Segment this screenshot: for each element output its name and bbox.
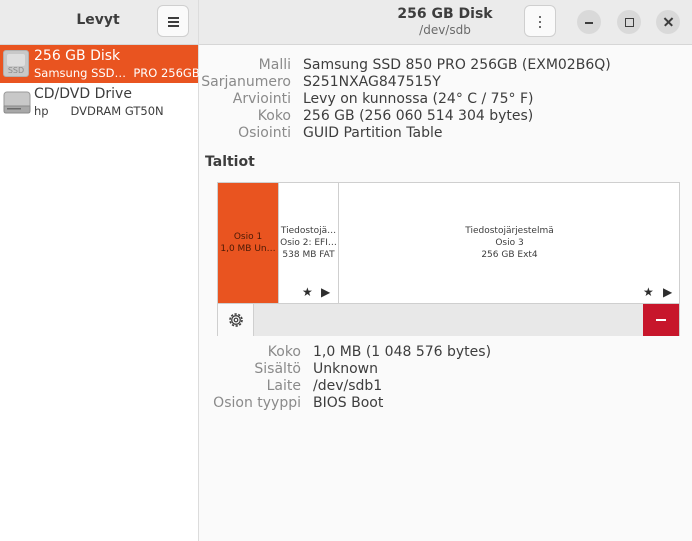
volume-size: 538 MB FAT (282, 250, 335, 260)
partitioning-label: Osiointi (238, 125, 291, 141)
part-device-value: /dev/sdb1 (313, 378, 383, 394)
volume-map: Osio 1 1,0 MB Un… Tiedostojä… Osio 2: EF… (217, 182, 680, 336)
part-contents-label: Sisältö (254, 361, 301, 377)
disks-window: Levyt SSD 256 GB Disk Samsung SSD… PRO 2… (0, 0, 692, 541)
volume-size: 256 GB Ext4 (481, 250, 538, 260)
volume-partition-3[interactable]: Tiedostojärjestelmä Osio 3 256 GB Ext4 ★… (338, 183, 680, 303)
serial-value: S251NXAG847515Y (303, 74, 441, 90)
minimize-button[interactable] (577, 10, 601, 34)
model-value: Samsung SSD 850 PRO 256GB (EXM02B6Q) (303, 57, 611, 73)
play-icon: ▶ (321, 285, 331, 299)
star-icon: ★ (302, 285, 313, 299)
volume-size: 1,0 MB Un… (220, 244, 276, 254)
part-size-value: 1,0 MB (1 048 576 bytes) (313, 344, 492, 360)
page-title: 256 GB Disk (397, 6, 493, 22)
volume-label: Osio 1 (233, 232, 263, 242)
size-label: Koko (257, 108, 291, 124)
assessment-label: Arviointi (232, 91, 291, 107)
volume-partition-2[interactable]: Tiedostojä… Osio 2: EFI… 538 MB FAT ★ ▶ (278, 183, 338, 303)
gear-icon (229, 313, 243, 327)
menu-icon-line (168, 21, 179, 23)
menu-icon-line (168, 25, 179, 27)
volume-label: Tiedostojä… (280, 226, 337, 236)
model-label: Malli (258, 57, 291, 73)
serial-label: Sarjanumero (201, 74, 291, 90)
volume-label: Tiedostojärjestelmä (465, 226, 554, 236)
volume-partition: Osio 2: EFI… (280, 238, 337, 248)
page-subtitle: /dev/sdb (419, 23, 471, 37)
kebab-icon-dot (539, 26, 542, 29)
play-icon: ▶ (663, 285, 673, 299)
star-icon: ★ (643, 285, 654, 299)
volume-toolbar (218, 303, 679, 336)
part-size-label: Koko (267, 344, 301, 360)
menu-icon (168, 17, 179, 19)
part-device-label: Laite (266, 378, 301, 394)
sidebar-header: Levyt (0, 0, 198, 45)
hamburger-menu-button[interactable] (157, 5, 189, 37)
kebab-icon (539, 15, 542, 18)
header-bar: 256 GB Disk /dev/sdb (199, 0, 692, 45)
delete-partition-button[interactable] (643, 304, 679, 336)
maximize-button[interactable] (617, 10, 641, 34)
part-type-label: Osion tyyppi (213, 395, 301, 411)
volumes-heading: Taltiot (205, 154, 255, 170)
sidebar-title: Levyt (76, 12, 120, 28)
volume-partition: Osio 3 (495, 238, 524, 248)
partition-settings-button[interactable] (218, 304, 254, 336)
part-type-value: BIOS Boot (313, 395, 384, 411)
partitioning-value: GUID Partition Table (303, 125, 443, 141)
disk-info: Malli Samsung SSD 850 PRO 256GB (EXM02B6… (0, 57, 692, 147)
size-value: 256 GB (256 060 514 304 bytes) (303, 108, 534, 124)
kebab-icon-dot (539, 20, 542, 24)
close-button[interactable] (656, 10, 680, 34)
drive-options-button[interactable] (524, 5, 556, 37)
volume-partition-1[interactable]: Osio 1 1,0 MB Un… (218, 183, 278, 303)
assessment-value: Levy on kunnossa (24° C / 75° F) (303, 91, 534, 107)
partition-details: Koko 1,0 MB (1 048 576 bytes) Sisältö Un… (0, 344, 692, 414)
part-contents-value: Unknown (313, 361, 378, 377)
